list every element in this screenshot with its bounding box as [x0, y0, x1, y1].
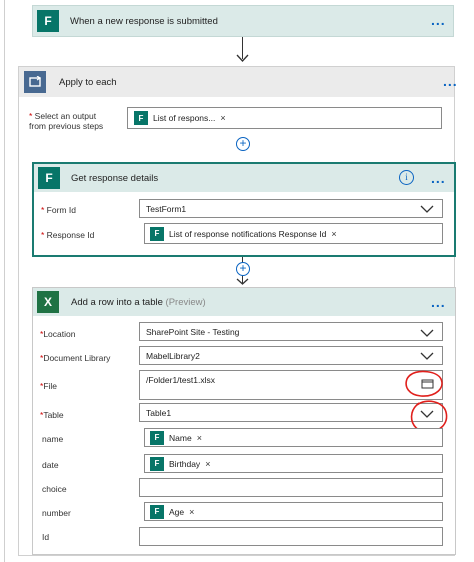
add-step-button[interactable]: + [236, 137, 250, 151]
file-field[interactable]: /Folder1/test1.xlsx [139, 370, 443, 400]
info-icon[interactable]: i [399, 170, 414, 185]
forms-icon: F [150, 504, 164, 519]
date-column-field[interactable]: F Birthday × [144, 454, 443, 473]
form-id-value: TestForm1 [146, 203, 187, 214]
chevron-down-icon[interactable] [420, 351, 434, 361]
table-value: Table1 [146, 407, 172, 418]
table-dropdown[interactable]: Table1 [139, 403, 443, 422]
chevron-down-icon[interactable] [420, 204, 434, 214]
form-id-dropdown[interactable]: TestForm1 [139, 199, 443, 218]
remove-token-icon[interactable]: × [331, 229, 336, 239]
forms-icon: F [38, 167, 60, 189]
add-row-title: Add a row into a table (Preview) [71, 297, 206, 308]
choice-column-field[interactable] [139, 478, 443, 497]
document-library-value: MabelLibrary2 [146, 350, 200, 361]
select-output-token: F List of respons... × [132, 110, 230, 126]
number-token: F Age × [148, 503, 199, 520]
id-column-label: Id [42, 532, 50, 542]
add-row-more-button[interactable]: ... [431, 295, 446, 309]
number-column-field[interactable]: F Age × [144, 502, 443, 521]
date-token-label: Birthday [169, 458, 201, 469]
remove-token-icon[interactable]: × [197, 433, 202, 443]
get-response-more-button[interactable]: ... [431, 171, 446, 185]
name-token-label: Name [169, 432, 192, 443]
name-column-field[interactable]: F Name × [144, 428, 443, 447]
select-output-label: * Select an output from previous steps [29, 111, 104, 131]
apply-to-each-more-button[interactable]: ... [443, 74, 458, 88]
select-output-token-label: List of respons... [153, 113, 216, 123]
trigger-title: When a new response is submitted [70, 16, 218, 27]
document-library-dropdown[interactable]: MabelLibrary2 [139, 346, 443, 365]
remove-token-icon[interactable]: × [220, 113, 225, 123]
response-id-token: F List of response notifications Respons… [148, 225, 341, 242]
name-token: F Name × [148, 429, 206, 446]
get-response-title: Get response details [71, 173, 159, 184]
preview-tag: (Preview) [165, 297, 206, 308]
forms-icon: F [150, 430, 164, 445]
response-id-field[interactable]: F List of response notifications Respons… [144, 223, 443, 244]
add-step-button[interactable]: + [236, 262, 250, 276]
loop-icon [24, 71, 46, 93]
excel-icon: X [37, 291, 59, 313]
remove-token-icon[interactable]: × [189, 507, 194, 517]
number-token-label: Age [169, 506, 185, 517]
document-library-label: *Document Library [40, 353, 111, 363]
apply-to-each-title: Apply to each [59, 77, 117, 88]
select-output-field[interactable]: F List of respons... × [127, 107, 442, 129]
table-label: *Table [40, 410, 64, 420]
annotation-circle [405, 370, 443, 397]
canvas-left-border [4, 0, 5, 562]
number-column-label: number [42, 508, 71, 518]
remove-token-icon[interactable]: × [205, 459, 210, 469]
location-dropdown[interactable]: SharePoint Site - Testing [139, 322, 443, 341]
location-value: SharePoint Site - Testing [146, 326, 240, 337]
arrow-down-icon [236, 54, 249, 62]
id-column-field[interactable] [139, 527, 443, 546]
forms-icon: F [150, 456, 164, 471]
date-token: F Birthday × [148, 455, 215, 472]
arrow-down-icon [236, 278, 249, 285]
forms-icon: F [150, 226, 164, 241]
file-label: *File [40, 381, 58, 391]
form-id-label: * Form Id [41, 205, 76, 215]
response-id-token-label: List of response notifications Response … [169, 228, 327, 239]
location-label: *Location [40, 329, 76, 339]
choice-column-label: choice [42, 484, 67, 494]
name-column-label: name [42, 434, 64, 444]
date-column-label: date [42, 460, 59, 470]
chevron-down-icon[interactable] [420, 328, 434, 338]
trigger-more-button[interactable]: ... [431, 13, 446, 27]
response-id-label: * Response Id [41, 230, 95, 240]
file-value: /Folder1/test1.xlsx [146, 375, 215, 385]
forms-icon: F [37, 10, 59, 32]
forms-icon: F [134, 111, 148, 125]
